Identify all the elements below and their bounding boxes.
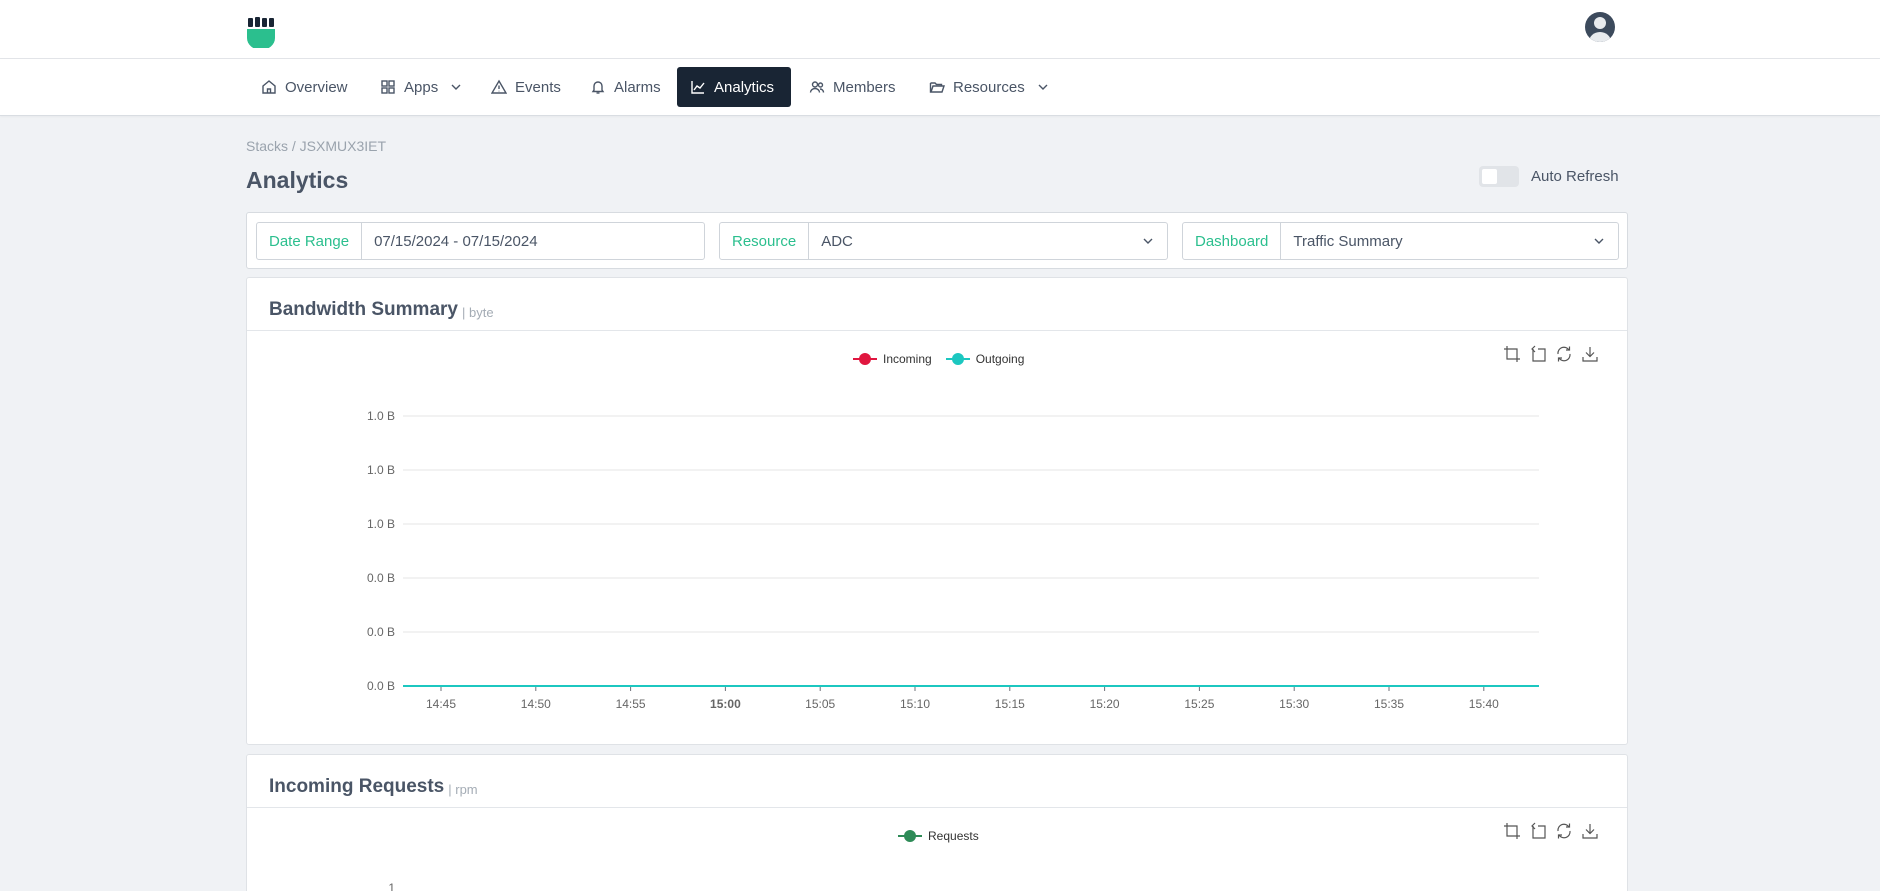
y-tick-label: 1 xyxy=(388,881,395,891)
folder-icon xyxy=(929,82,945,93)
users-icon xyxy=(809,81,825,93)
nav-item-apps[interactable]: Apps xyxy=(367,67,475,107)
nav-item-resources[interactable]: Resources xyxy=(916,67,1062,107)
auto-refresh-label: Auto Refresh xyxy=(1531,168,1619,185)
incoming-requests-panel: Incoming Requests | rpm Requests 1 xyxy=(246,754,1628,891)
x-tick-label: 15:40 xyxy=(1469,697,1499,711)
date-range-filter[interactable]: Date Range 07/15/2024 - 07/15/2024 xyxy=(256,222,705,260)
filter-bar: Date Range 07/15/2024 - 07/15/2024 Resou… xyxy=(246,212,1628,269)
requests-chart: 1 xyxy=(388,881,395,891)
dashboard-select[interactable]: Dashboard Traffic Summary xyxy=(1182,222,1619,260)
nav-label: Overview xyxy=(285,78,348,96)
y-tick-label: 0.0 B xyxy=(367,625,395,639)
y-tick-label: 1.0 B xyxy=(367,517,395,531)
y-tick-label: 0.0 B xyxy=(367,571,395,585)
nav-label: Apps xyxy=(404,78,439,96)
x-tick-label: 14:45 xyxy=(426,697,456,711)
dashboard-dropdown[interactable]: Traffic Summary xyxy=(1281,223,1618,259)
nav-label: Events xyxy=(515,78,561,96)
auto-refresh-control[interactable]: Auto Refresh xyxy=(1479,166,1619,187)
x-tick-label: 15:20 xyxy=(1090,697,1120,711)
nav-label: Alarms xyxy=(614,78,661,96)
nav-item-members[interactable]: Members xyxy=(796,67,909,107)
chevron-down-icon xyxy=(1038,84,1048,90)
home-icon xyxy=(262,80,276,94)
resource-label: Resource xyxy=(720,223,810,259)
x-tick-label: 15:25 xyxy=(1184,697,1214,711)
user-avatar[interactable] xyxy=(1585,12,1615,42)
x-tick-label: 14:55 xyxy=(616,697,646,711)
auto-refresh-toggle[interactable] xyxy=(1479,166,1519,187)
nav-label: Analytics xyxy=(714,78,775,96)
nav-label: Members xyxy=(833,78,896,96)
toggle-knob xyxy=(1482,169,1497,184)
chevron-down-icon xyxy=(1594,238,1604,244)
resource-value: ADC xyxy=(821,232,853,250)
date-range-value: 07/15/2024 - 07/15/2024 xyxy=(374,232,538,250)
x-tick-label: 15:00 xyxy=(710,697,741,711)
bell-icon xyxy=(591,81,605,94)
page-title: Analytics xyxy=(246,167,349,193)
top-bar xyxy=(0,0,1880,59)
nav-item-overview[interactable]: Overview xyxy=(248,67,361,107)
x-tick-label: 15:05 xyxy=(805,697,835,711)
chart-line-icon xyxy=(691,81,705,94)
y-tick-label: 1.0 B xyxy=(367,463,395,477)
main-nav: Overview Apps Events Alarms Analytics Me… xyxy=(0,59,1880,116)
nav-label: Resources xyxy=(953,78,1025,96)
grid-icon xyxy=(381,80,395,94)
dashboard-label: Dashboard xyxy=(1183,223,1282,259)
warning-icon xyxy=(491,79,507,94)
date-range-label: Date Range xyxy=(257,223,363,259)
chevron-down-icon xyxy=(451,84,461,90)
chevron-down-icon xyxy=(1143,238,1153,244)
bandwidth-summary-panel: Bandwidth Summary | byte Incoming Outgoi… xyxy=(246,277,1628,745)
bandwidth-chart: 0.0 B 0.0 B 0.0 B 1.0 B 1.0 B 1.0 B 14:45 14:50… xyxy=(367,409,1539,711)
nav-item-events[interactable]: Events xyxy=(478,67,574,107)
x-tick-label: 14:50 xyxy=(521,697,551,711)
x-tick-label: 15:30 xyxy=(1279,697,1309,711)
dashboard-value: Traffic Summary xyxy=(1293,232,1403,250)
x-tick-label: 15:35 xyxy=(1374,697,1404,711)
breadcrumb[interactable]: Stacks / JSXMUX3IET xyxy=(246,138,386,154)
nav-item-analytics[interactable]: Analytics xyxy=(677,67,791,107)
y-tick-label: 0.0 B xyxy=(367,679,395,693)
date-range-input[interactable]: 07/15/2024 - 07/15/2024 xyxy=(362,223,704,259)
resource-dropdown[interactable]: ADC xyxy=(809,223,1167,259)
resource-select[interactable]: Resource ADC xyxy=(719,222,1168,260)
logo-icon[interactable] xyxy=(246,16,276,50)
nav-item-alarms[interactable]: Alarms xyxy=(577,67,674,107)
x-tick-label: 15:10 xyxy=(900,697,930,711)
x-tick-label: 15:15 xyxy=(995,697,1025,711)
y-tick-label: 1.0 B xyxy=(367,409,395,423)
